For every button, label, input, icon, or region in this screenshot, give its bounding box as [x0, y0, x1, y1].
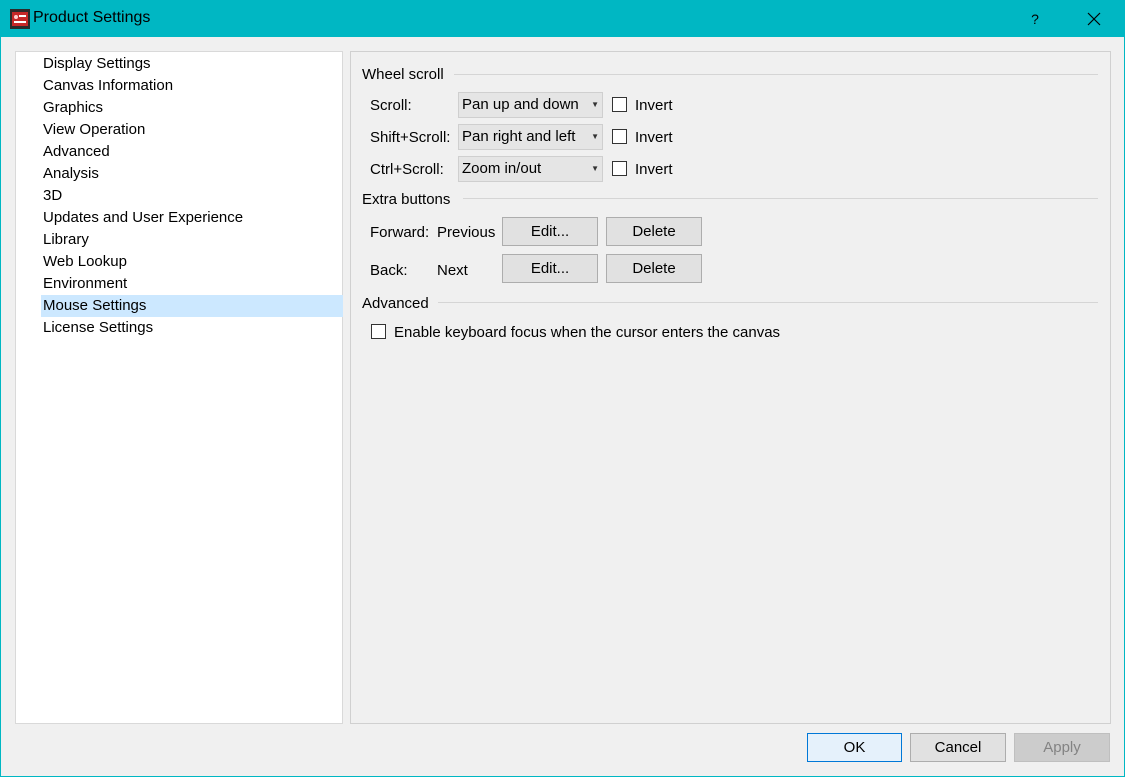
ctrl-scroll-invert-checkbox[interactable]: [612, 161, 627, 176]
shift-scroll-label: Shift+Scroll:: [370, 129, 451, 146]
scroll-label: Scroll:: [370, 97, 412, 114]
back-label: Back:: [370, 262, 408, 279]
apply-button[interactable]: Apply: [1014, 733, 1110, 762]
nav-item-view-operation[interactable]: View Operation: [41, 119, 343, 141]
forward-delete-button[interactable]: Delete: [606, 217, 702, 246]
back-edit-button[interactable]: Edit...: [502, 254, 598, 283]
nav-item-web-lookup[interactable]: Web Lookup: [41, 251, 343, 273]
nav-item-environment[interactable]: Environment: [41, 273, 343, 295]
nav-item-graphics[interactable]: Graphics: [41, 97, 343, 119]
forward-value: Previous: [437, 224, 496, 241]
scroll-action-select[interactable]: Pan up and down ▼: [458, 92, 603, 118]
chevron-down-icon: ▼: [591, 100, 599, 109]
app-icon: [10, 9, 30, 29]
window-title: Product Settings: [33, 9, 151, 26]
scroll-invert-checkbox[interactable]: [612, 97, 627, 112]
scroll-action-value: Pan up and down: [462, 96, 579, 113]
back-delete-button[interactable]: Delete: [606, 254, 702, 283]
keyboard-focus-label: Enable keyboard focus when the cursor en…: [394, 324, 781, 341]
chevron-down-icon: ▼: [591, 164, 599, 173]
advanced-divider: [438, 302, 1098, 303]
mouse-settings-panel: Wheel scroll Scroll: Pan up and down ▼ I…: [350, 51, 1111, 724]
nav-item-mouse-settings[interactable]: Mouse Settings: [41, 295, 343, 317]
nav-item-advanced[interactable]: Advanced: [41, 141, 343, 163]
extra-buttons-title: Extra buttons: [362, 191, 451, 208]
ok-button[interactable]: OK: [807, 733, 902, 762]
keyboard-focus-checkbox[interactable]: [371, 324, 386, 339]
cancel-button[interactable]: Cancel: [910, 733, 1006, 762]
ctrl-scroll-action-value: Zoom in/out: [462, 160, 542, 177]
shift-scroll-invert-checkbox[interactable]: [612, 129, 627, 144]
nav-item-display-settings[interactable]: Display Settings: [41, 53, 343, 75]
window-frame-left: [0, 37, 1, 777]
nav-item-canvas-information[interactable]: Canvas Information: [41, 75, 343, 97]
chevron-down-icon: ▼: [591, 132, 599, 141]
nav-item-library[interactable]: Library: [41, 229, 343, 251]
help-button[interactable]: ?: [1012, 0, 1058, 37]
shift-scroll-invert-label: Invert: [635, 129, 673, 146]
nav-item-license-settings[interactable]: License Settings: [41, 317, 343, 339]
shift-scroll-action-select[interactable]: Pan right and left ▼: [458, 124, 603, 150]
nav-item-updates-user-experience[interactable]: Updates and User Experience: [41, 207, 343, 229]
wheel-scroll-title: Wheel scroll: [362, 66, 444, 83]
settings-category-list[interactable]: Display Settings Canvas Information Grap…: [15, 51, 343, 724]
ctrl-scroll-action-select[interactable]: Zoom in/out ▼: [458, 156, 603, 182]
ctrl-scroll-invert-label: Invert: [635, 161, 673, 178]
back-value: Next: [437, 262, 468, 279]
scroll-invert-label: Invert: [635, 97, 673, 114]
close-button[interactable]: [1071, 0, 1117, 37]
close-icon: [1087, 12, 1101, 25]
wheel-scroll-divider: [454, 74, 1098, 75]
extra-buttons-divider: [463, 198, 1098, 199]
shift-scroll-action-value: Pan right and left: [462, 128, 576, 145]
nav-item-3d[interactable]: 3D: [41, 185, 343, 207]
ctrl-scroll-label: Ctrl+Scroll:: [370, 161, 444, 178]
nav-item-analysis[interactable]: Analysis: [41, 163, 343, 185]
title-bar: Product Settings ?: [0, 0, 1125, 37]
advanced-title: Advanced: [362, 295, 429, 312]
forward-edit-button[interactable]: Edit...: [502, 217, 598, 246]
forward-label: Forward:: [370, 224, 430, 241]
